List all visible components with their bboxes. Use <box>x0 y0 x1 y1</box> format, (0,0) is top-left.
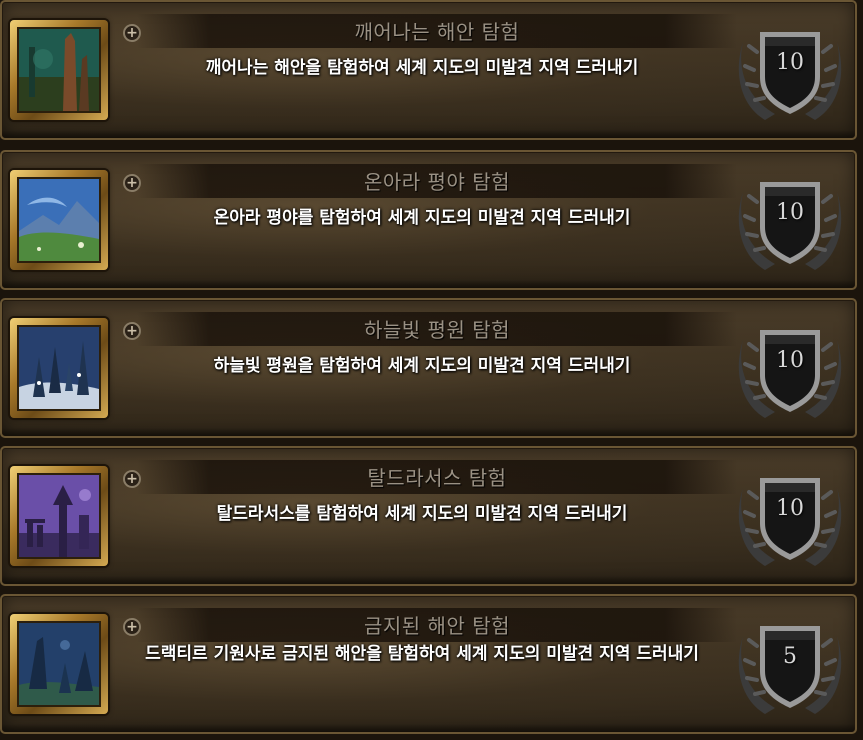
achievement-description: 하늘빛 평원을 탐험하여 세계 지도의 미발견 지역 드러내기 <box>213 356 631 376</box>
points-shield: 5 <box>735 616 845 726</box>
achievement-description: 드랙티르 기원사로 금지된 해안을 탐험하여 세계 지도의 미발견 지역 드러내… <box>145 644 699 664</box>
shield-icon <box>738 626 842 714</box>
achievement-points: 10 <box>776 50 804 75</box>
achievement-description: 탈드라서스를 탐험하여 세계 지도의 미발견 지역 드러내기 <box>216 504 628 524</box>
points-shield: 10 <box>735 320 845 430</box>
points-shield: 10 <box>735 172 845 282</box>
achievement-icon-frame <box>10 170 108 270</box>
achievement-title: 탈드라서스 탐험 <box>367 466 507 490</box>
achievement-title: 온아라 평야 탐험 <box>363 170 510 194</box>
achievement-title: 깨어나는 해안 탐험 <box>354 20 520 44</box>
achievement-points: 10 <box>776 200 804 225</box>
points-shield: 10 <box>735 468 845 578</box>
achievement-icon-frame <box>10 614 108 714</box>
shield-icon <box>738 182 842 270</box>
achievement-title: 금지된 해안 탐험 <box>363 614 510 638</box>
achievement-icon-frame <box>10 20 108 120</box>
achievement-description: 깨어나는 해안을 탐험하여 세계 지도의 미발견 지역 드러내기 <box>205 58 639 78</box>
shield-icon <box>738 478 842 566</box>
achievement-list: + 깨어나는 해안 탐험 깨어나는 해안을 탐험하여 세계 지도의 미발견 지역… <box>0 0 863 740</box>
achievement-points: 10 <box>776 496 804 521</box>
thaldraszus-icon <box>17 473 101 559</box>
points-shield: 10 <box>735 22 845 132</box>
shield-icon <box>738 32 842 120</box>
achievement-description: 온아라 평야를 탐험하여 세계 지도의 미발견 지역 드러내기 <box>213 208 631 228</box>
achievement-points: 10 <box>776 348 804 373</box>
achievement-icon-frame <box>10 466 108 566</box>
achievement-title: 하늘빛 평원 탐험 <box>363 318 510 342</box>
ohnahran-plains-icon <box>17 177 101 263</box>
achievement-row[interactable]: + 하늘빛 평원 탐험 하늘빛 평원을 탐험하여 세계 지도의 미발견 지역 드… <box>0 298 857 438</box>
achievement-row[interactable]: + 온아라 평야 탐험 온아라 평야를 탐험하여 세계 지도의 미발견 지역 드… <box>0 150 857 290</box>
shield-icon <box>738 330 842 418</box>
achievement-points: 5 <box>783 644 797 669</box>
azure-span-icon <box>17 325 101 411</box>
achievement-icon-frame <box>10 318 108 418</box>
forbidden-reach-icon <box>17 621 101 707</box>
achievement-row[interactable]: + 금지된 해안 탐험 드랙티르 기원사로 금지된 해안을 탐험하여 세계 지도… <box>0 594 857 734</box>
achievement-row[interactable]: + 깨어나는 해안 탐험 깨어나는 해안을 탐험하여 세계 지도의 미발견 지역… <box>0 0 857 140</box>
achievement-row[interactable]: + 탈드라서스 탐험 탈드라서스를 탐험하여 세계 지도의 미발견 지역 드러내… <box>0 446 857 586</box>
waking-shores-icon <box>17 27 101 113</box>
